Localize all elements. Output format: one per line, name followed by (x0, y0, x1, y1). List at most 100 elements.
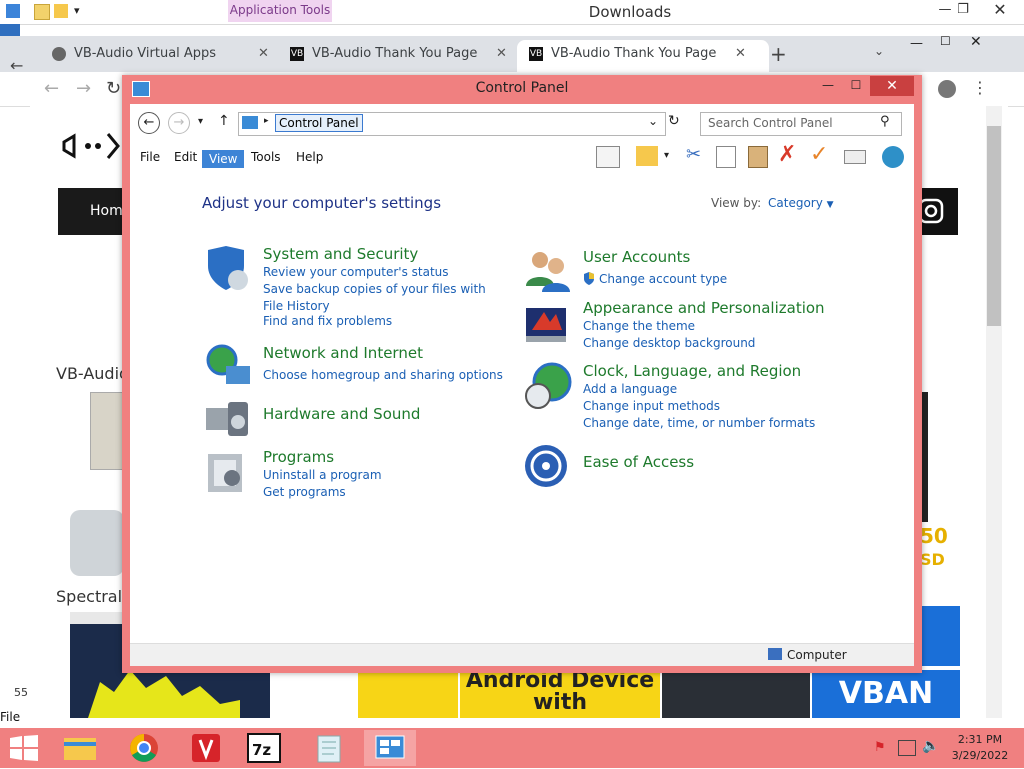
category-network-and-internet[interactable]: Network and Internet (263, 344, 423, 362)
menu-help[interactable]: Help (296, 150, 323, 164)
link-change-date-time-formats[interactable]: Change date, time, or number formats (583, 415, 815, 432)
tab-vb-audio-thank-you-2[interactable]: VB VB-Audio Thank You Page ✕ (517, 40, 769, 72)
product-image[interactable] (70, 510, 124, 576)
save-icon[interactable] (6, 4, 20, 18)
tab-close-icon[interactable]: ✕ (258, 40, 269, 68)
refresh-icon[interactable]: ↻ (668, 113, 680, 129)
link-homegroup-sharing[interactable]: Choose homegroup and sharing options (263, 367, 503, 384)
android-device-banner[interactable]: Android Device with (460, 670, 660, 718)
user-accounts-icon[interactable] (524, 246, 572, 294)
chrome-minimize-icon[interactable]: — (910, 36, 923, 51)
link-add-language[interactable]: Add a language (583, 381, 677, 398)
address-dropdown-icon[interactable]: ⌄ (648, 114, 658, 128)
volume-icon[interactable]: 🔈 (922, 738, 939, 754)
menu-view[interactable]: View (202, 150, 245, 168)
minimize-icon[interactable]: — (814, 76, 842, 96)
breadcrumb[interactable]: Control Panel (275, 114, 363, 132)
view-by-dropdown[interactable]: Category ▼ (768, 196, 834, 210)
appearance-icon[interactable] (524, 300, 572, 348)
properties-check-icon[interactable]: ✓ (810, 142, 828, 167)
hardware-sound-icon[interactable] (204, 394, 252, 442)
restore-icon[interactable]: ❐ (948, 2, 978, 17)
delete-icon[interactable]: ✗ (778, 142, 796, 167)
menu-tools[interactable]: Tools (251, 150, 281, 164)
copy-icon[interactable] (716, 146, 736, 168)
category-programs[interactable]: Programs (263, 448, 334, 466)
notification-flag-icon[interactable]: ⚑ (874, 740, 886, 755)
tab-close-icon[interactable]: ✕ (496, 40, 507, 68)
link-find-fix-problems[interactable]: Find and fix problems (263, 313, 392, 330)
taskbar-clock[interactable]: 2:31 PM 3/29/2022 (940, 732, 1020, 764)
reload-icon[interactable]: ↻ (106, 78, 121, 99)
tab-search-chevron-icon[interactable]: ⌄ (874, 44, 884, 58)
link-review-status[interactable]: Review your computer's status (263, 264, 449, 281)
link-get-programs[interactable]: Get programs (263, 484, 346, 501)
page-scrollbar-thumb[interactable] (987, 126, 1001, 326)
start-windows-icon[interactable] (10, 735, 38, 761)
network-tray-icon[interactable] (898, 740, 916, 756)
tab-close-icon[interactable]: ✕ (735, 40, 746, 68)
category-appearance-and-personalization[interactable]: Appearance and Personalization (583, 299, 825, 317)
tab-vb-audio-virtual-apps[interactable]: VB-Audio Virtual Apps ✕ (40, 40, 292, 72)
chevron-down-icon: ▼ (826, 200, 834, 210)
properties-icon[interactable] (34, 4, 50, 20)
explorer-back-icon[interactable]: ← (10, 56, 23, 75)
forward-arrow-icon[interactable]: → (76, 78, 91, 99)
back-arrow-icon[interactable]: ← (44, 78, 59, 99)
menu-file[interactable]: File (140, 150, 160, 164)
profile-avatar[interactable] (938, 80, 956, 98)
toolbar-dropdown-icon[interactable]: ▾ (664, 150, 669, 161)
maximize-icon[interactable]: ☐ (842, 76, 870, 96)
nav-forward-icon[interactable]: → (168, 112, 190, 134)
link-change-input-methods[interactable]: Change input methods (583, 398, 720, 415)
nav-back-icon[interactable]: ← (138, 112, 160, 134)
recent-locations-icon[interactable]: ▾ (198, 116, 203, 127)
ease-of-access-icon[interactable] (524, 442, 572, 490)
network-icon[interactable] (204, 342, 252, 390)
category-ease-of-access[interactable]: Ease of Access (583, 453, 694, 471)
link-uninstall-program[interactable]: Uninstall a program (263, 467, 382, 484)
category-hardware-and-sound[interactable]: Hardware and Sound (263, 405, 420, 423)
layout-pane-icon[interactable] (596, 146, 620, 168)
chrome-close-icon[interactable]: ✕ (970, 34, 982, 50)
search-placeholder: Search Control Panel (708, 116, 833, 130)
link-file-history[interactable]: Save backup copies of your files with Fi… (263, 281, 493, 315)
programs-icon[interactable] (204, 448, 252, 496)
nav-home[interactable]: Home (58, 188, 131, 235)
control-panel-taskbar-icon[interactable] (364, 730, 416, 766)
clock-globe-icon[interactable] (524, 362, 572, 410)
chrome-taskbar-icon[interactable] (118, 730, 170, 766)
new-folder-icon[interactable] (54, 4, 68, 18)
link-change-account-type[interactable]: Change account type (599, 271, 727, 288)
new-tab-button[interactable]: + (770, 42, 787, 66)
rename-icon[interactable] (844, 150, 866, 164)
paste-icon[interactable] (748, 146, 768, 168)
link-change-theme[interactable]: Change the theme (583, 318, 695, 335)
7zip-taskbar-icon[interactable]: 7z (238, 730, 290, 766)
close-button[interactable]: ✕ (870, 76, 914, 96)
file-explorer-taskbar-icon[interactable] (54, 730, 106, 766)
chrome-restore-icon[interactable]: ☐ (940, 34, 951, 48)
application-tools-tab[interactable]: Application Tools (228, 0, 332, 22)
category-clock-language-region[interactable]: Clock, Language, and Region (583, 362, 801, 380)
up-level-icon[interactable]: ↑ (218, 113, 230, 129)
chrome-menu-icon[interactable]: ⋮ (972, 78, 988, 97)
breadcrumb-chevron-icon[interactable]: ▸ (264, 116, 269, 126)
quick-access-dropdown-icon[interactable]: ▾ (74, 4, 80, 17)
notepad-taskbar-icon[interactable] (304, 730, 356, 766)
category-system-and-security[interactable]: System and Security (263, 245, 418, 263)
acrobat-taskbar-icon[interactable] (180, 730, 232, 766)
cut-icon[interactable]: ✂ (686, 144, 701, 165)
vban-banner[interactable]: VBAN (812, 670, 960, 718)
search-icon[interactable]: ⚲ (880, 114, 890, 129)
menu-edit[interactable]: Edit (174, 150, 197, 164)
link-change-desktop-background[interactable]: Change desktop background (583, 335, 755, 352)
promo-image[interactable] (662, 670, 810, 718)
shield-icon[interactable] (204, 244, 252, 292)
globe-icon[interactable] (882, 146, 904, 168)
close-icon[interactable]: ✕ (985, 0, 1015, 19)
promo-banner[interactable] (358, 670, 458, 718)
folder-options-icon[interactable] (636, 146, 658, 166)
category-user-accounts[interactable]: User Accounts (583, 248, 690, 266)
tab-vb-audio-thank-you-1[interactable]: VB VB-Audio Thank You Page ✕ (278, 40, 530, 72)
